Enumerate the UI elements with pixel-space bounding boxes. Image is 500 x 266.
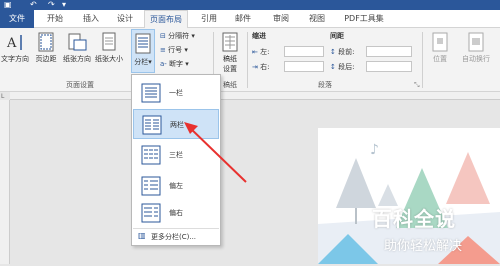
watermark-title: 百科全说 [372,207,456,231]
watermark-subtitle: 助你轻松解决 [384,239,463,254]
